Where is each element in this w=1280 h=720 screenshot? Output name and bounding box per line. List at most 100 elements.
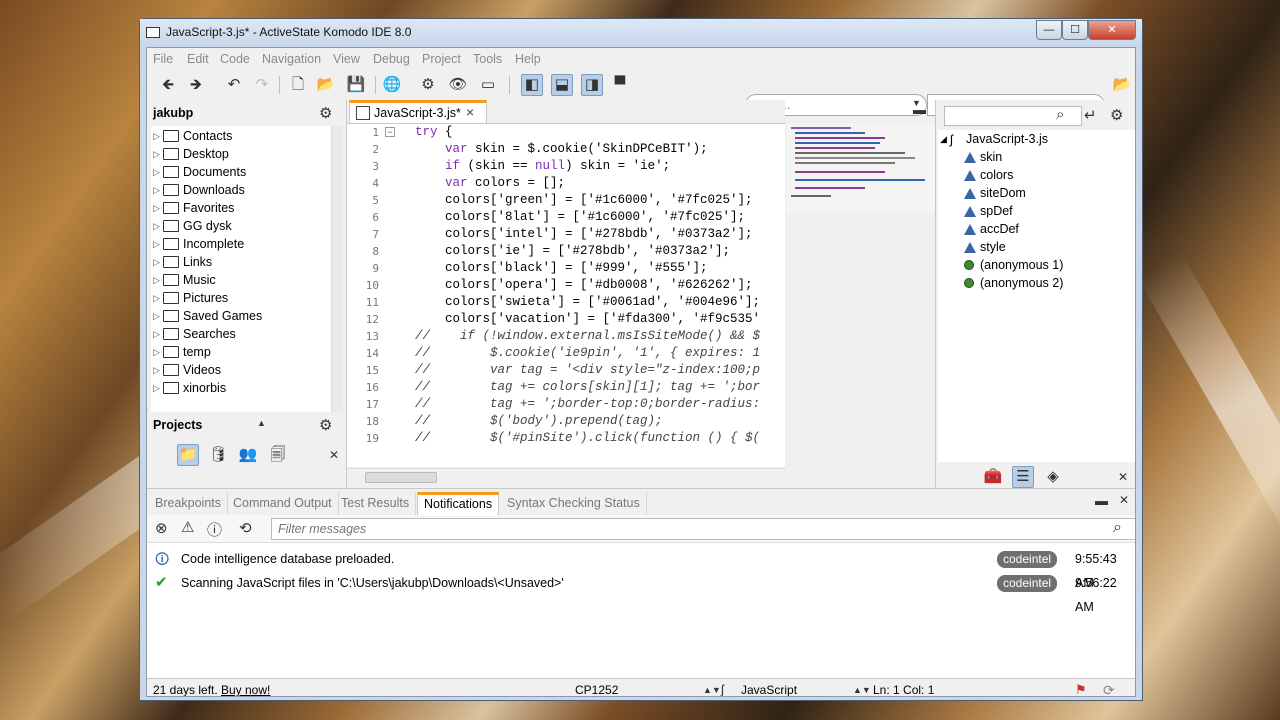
code-tab-icon[interactable]: ☰ bbox=[1012, 466, 1034, 488]
code-line[interactable]: colors['opera'] = ['#db0008', '#626262']… bbox=[415, 277, 753, 294]
open-folder-icon[interactable]: 📂 bbox=[315, 74, 337, 96]
code-line[interactable]: colors['black'] = ['#999', '#555']; bbox=[415, 260, 708, 277]
expand-icon[interactable]: ▷ bbox=[153, 271, 160, 289]
search-icon[interactable]: ⌕ bbox=[1056, 106, 1064, 123]
forward-icon[interactable]: 🡺 bbox=[185, 74, 207, 96]
menu-view[interactable]: View bbox=[333, 52, 360, 66]
save-icon[interactable]: 💾 bbox=[345, 74, 367, 96]
projects-collapse-icon[interactable]: ▲ bbox=[257, 418, 266, 428]
close-left-pane-icon[interactable]: ✕ bbox=[323, 444, 345, 466]
projects-label[interactable]: Projects bbox=[153, 418, 202, 432]
toggle-right-pane-icon[interactable]: ◨ bbox=[581, 74, 603, 96]
fold-toggle-icon[interactable]: − bbox=[385, 127, 395, 137]
expand-icon[interactable]: ▷ bbox=[153, 145, 160, 163]
expand-icon[interactable]: ▷ bbox=[153, 325, 160, 343]
toolbox-tab-icon[interactable]: 🧰 bbox=[982, 466, 1004, 488]
buy-now-link[interactable]: Buy now! bbox=[221, 679, 270, 696]
menu-file[interactable]: File bbox=[153, 52, 173, 66]
database-tab-icon[interactable]: 🛢 bbox=[207, 444, 229, 466]
history-icon[interactable]: ⟲ bbox=[239, 519, 252, 537]
code-line[interactable]: colors['ie'] = ['#278bdb', '#0373a2']; bbox=[415, 243, 730, 260]
new-file-icon[interactable]: 🗋 bbox=[287, 74, 309, 96]
code-line[interactable]: if (skin == null) skin = 'ie'; bbox=[415, 158, 670, 175]
code-line[interactable]: try { bbox=[415, 124, 453, 141]
language-selector[interactable]: JavaScript bbox=[741, 679, 797, 696]
places-folder-item[interactable]: ▷ Favorites bbox=[151, 199, 331, 217]
outline-item[interactable]: siteDom bbox=[964, 184, 1134, 202]
expand-icon[interactable]: ▷ bbox=[153, 379, 160, 397]
sync-icon[interactable]: ⟳ bbox=[1103, 679, 1115, 696]
code-line[interactable]: // $('#pinSite').click(function () { $( bbox=[415, 430, 760, 446]
maximize-button[interactable]: ☐ bbox=[1062, 20, 1088, 40]
code-line[interactable]: colors['intel'] = ['#278bdb', '#0373a2']… bbox=[415, 226, 753, 243]
places-tab-icon[interactable]: 📁 bbox=[177, 444, 199, 466]
expand-icon[interactable]: ▷ bbox=[153, 253, 160, 271]
expand-icon[interactable]: ▷ bbox=[153, 181, 160, 199]
redo-icon[interactable]: ↷ bbox=[251, 74, 273, 96]
code-line[interactable]: colors['green'] = ['#1c6000', '#7fc025']… bbox=[415, 192, 753, 209]
warning-filter-icon[interactable]: ⚠ bbox=[181, 518, 194, 536]
bottom-pane-menu-icon[interactable]: ▬ bbox=[1095, 493, 1108, 508]
places-folder-item[interactable]: ▷ Saved Games bbox=[151, 307, 331, 325]
close-bottom-pane-icon[interactable]: ✕ bbox=[1119, 493, 1129, 507]
locate-icon[interactable]: ↵ bbox=[1084, 106, 1097, 124]
syntax-status-icon[interactable]: ⚑ bbox=[1075, 679, 1087, 696]
focus-mode-icon[interactable]: ▀ bbox=[609, 74, 631, 96]
expand-icon[interactable]: ▷ bbox=[153, 217, 160, 235]
close-right-pane-icon[interactable]: ✕ bbox=[1112, 466, 1134, 488]
places-folder-item[interactable]: ▷ Pictures bbox=[151, 289, 331, 307]
back-icon[interactable]: 🡸 bbox=[157, 74, 179, 96]
places-folder-item[interactable]: ▷ Searches bbox=[151, 325, 331, 343]
tab-test-results[interactable]: Test Results bbox=[335, 492, 417, 515]
outline-item[interactable]: (anonymous 1) bbox=[964, 256, 1134, 274]
expand-icon[interactable]: ▷ bbox=[153, 307, 160, 325]
menu-navigation[interactable]: Navigation bbox=[262, 52, 321, 66]
toggle-bottom-pane-icon[interactable]: ⬓ bbox=[551, 74, 573, 96]
code-line[interactable]: // tag += colors[skin][1]; tag += ';bor bbox=[415, 379, 760, 396]
code-line[interactable]: colors['swieta'] = ['#0061ad', '#004e96'… bbox=[415, 294, 760, 311]
menu-code[interactable]: Code bbox=[220, 52, 250, 66]
outline-item[interactable]: accDef bbox=[964, 220, 1134, 238]
toggle-left-pane-icon[interactable]: ◧ bbox=[521, 74, 543, 96]
editor-horizontal-scrollbar[interactable] bbox=[347, 468, 785, 486]
notification-row[interactable]: 🛈 Code intelligence database preloaded. … bbox=[147, 547, 1135, 590]
expand-icon[interactable]: ▷ bbox=[153, 235, 160, 253]
expand-icon[interactable]: ▷ bbox=[153, 361, 160, 379]
code-line[interactable]: var colors = []; bbox=[415, 175, 565, 192]
places-folder-item[interactable]: ▷ Documents bbox=[151, 163, 331, 181]
code-line[interactable]: // tag += ';border-top:0;border-radius: bbox=[415, 396, 760, 413]
close-tab-icon[interactable]: × bbox=[466, 104, 474, 120]
watch-icon[interactable]: 👁 bbox=[447, 74, 469, 96]
menu-help[interactable]: Help bbox=[515, 52, 541, 66]
dom-tab-icon[interactable]: ◈ bbox=[1042, 466, 1064, 488]
debug-icon[interactable]: ⚙ bbox=[417, 74, 439, 96]
tab-notifications[interactable]: Notifications bbox=[417, 492, 500, 515]
code-line[interactable]: var skin = $.cookie('SkinDPCeBIT'); bbox=[415, 141, 708, 158]
code-line[interactable]: // $('body').prepend(tag); bbox=[415, 413, 663, 430]
editor-pane-menu-icon[interactable]: ▬ bbox=[913, 102, 926, 117]
language-dropdown-icon[interactable]: ▲▼ bbox=[853, 679, 871, 696]
places-folder-item[interactable]: ▷ GG dysk bbox=[151, 217, 331, 235]
documents-tab-icon[interactable]: 🗐 bbox=[267, 444, 289, 466]
places-folder-item[interactable]: ▷ Videos bbox=[151, 361, 331, 379]
code-browser-settings-icon[interactable]: ⚙ bbox=[1110, 106, 1123, 124]
places-settings-icon[interactable]: ⚙ bbox=[319, 104, 332, 122]
info-filter-icon[interactable]: ⓘ bbox=[207, 519, 222, 540]
code-line[interactable]: colors['8lat'] = ['#1c6000', '#7fc025']; bbox=[415, 209, 745, 226]
editor-tab[interactable]: JavaScript-3.js* × bbox=[349, 100, 487, 123]
places-folder-item[interactable]: ▷ Links bbox=[151, 253, 331, 271]
collapse-icon[interactable]: ◢ bbox=[940, 130, 947, 148]
filter-messages-field[interactable] bbox=[271, 518, 1135, 540]
code-editor[interactable]: 1 2 3 4 5 6 7 8 9 10 11 12 13 14 15 16 17 18 19− try { var… bbox=[347, 123, 785, 486]
undo-icon[interactable]: ↶ bbox=[223, 74, 245, 96]
places-folder-item[interactable]: ▷ Downloads bbox=[151, 181, 331, 199]
outline-item[interactable]: colors bbox=[964, 166, 1134, 184]
places-root-label[interactable]: jakubp bbox=[153, 106, 193, 120]
expand-icon[interactable]: ▷ bbox=[153, 127, 160, 145]
code-content[interactable]: try { var skin = $.cookie('SkinDPCeBIT')… bbox=[415, 124, 785, 446]
command-icon[interactable]: ▭ bbox=[477, 74, 499, 96]
expand-icon[interactable]: ▷ bbox=[153, 289, 160, 307]
tab-command-output[interactable]: Command Output bbox=[227, 492, 339, 515]
menu-project[interactable]: Project bbox=[422, 52, 461, 66]
minimize-button[interactable]: — bbox=[1036, 20, 1062, 40]
